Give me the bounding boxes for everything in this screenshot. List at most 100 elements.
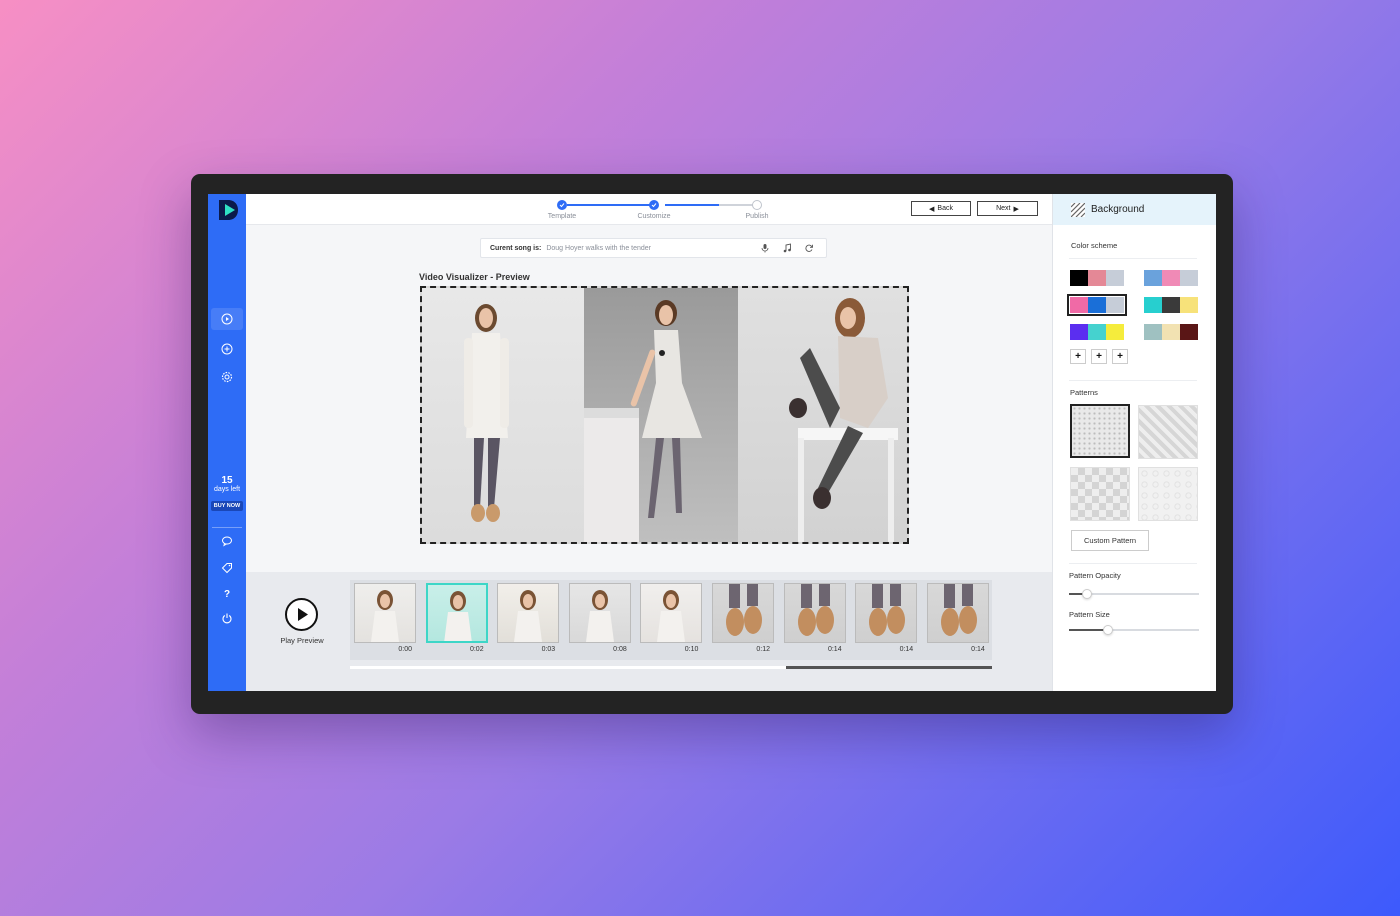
pattern-dots[interactable] <box>1070 404 1130 458</box>
song-actions <box>760 243 814 253</box>
timeline-frame[interactable] <box>568 583 631 643</box>
sidebar-item-help[interactable]: ? <box>211 583 243 605</box>
timeline-scroll-thumb[interactable] <box>786 666 992 669</box>
app-logo <box>219 200 238 220</box>
swatch-color <box>1180 324 1198 340</box>
swatch-color <box>1144 324 1162 340</box>
frame-time: 0:08 <box>613 646 627 653</box>
frame-thumbnail <box>797 584 834 636</box>
triangle-right-icon: ▶ <box>1013 205 1019 213</box>
frame-time: 0:10 <box>684 646 699 653</box>
step-publish-label: Publish <box>745 213 769 220</box>
next-button[interactable]: Next ▶ <box>977 201 1038 216</box>
step-customize-dot[interactable] <box>649 200 659 210</box>
sidebar-item-tags[interactable] <box>211 557 243 579</box>
add-color-button[interactable]: + <box>1112 349 1128 364</box>
refresh-icon[interactable] <box>804 243 814 253</box>
timeline: Play Preview 0:00 0:02 0:03 0:08 0:10 0:12 0:1… <box>246 572 1052 691</box>
color-scheme-swatch[interactable] <box>1067 294 1127 316</box>
preview-photo-2 <box>584 288 738 542</box>
tag-icon <box>221 563 232 574</box>
frame-thumbnail <box>940 584 977 636</box>
step-template-label: Template <box>547 213 577 220</box>
stripes-icon <box>1071 202 1085 217</box>
current-song-bar: Curent song is: Doug Hoyer walks with th… <box>480 238 827 258</box>
sidebar-item-preview[interactable] <box>211 308 243 330</box>
pattern-circles[interactable] <box>1138 467 1198 521</box>
swatch-color <box>1162 270 1180 286</box>
video-preview[interactable] <box>420 286 909 544</box>
step-template-dot[interactable] <box>557 200 567 210</box>
add-color-button[interactable]: + <box>1091 349 1107 364</box>
color-scheme-swatch[interactable] <box>1070 324 1124 340</box>
play-icon <box>221 313 233 325</box>
panel-divider <box>1069 563 1197 564</box>
song-prefix: Curent song is: <box>490 244 542 252</box>
play-preview-button[interactable] <box>285 598 318 631</box>
triangle-left-icon: ◀ <box>929 205 935 213</box>
sidebar-item-settings[interactable] <box>211 366 243 388</box>
model-figure <box>584 300 702 542</box>
frame-time: 0:14 <box>827 646 842 653</box>
step-customize-label: Customize <box>637 213 671 220</box>
frame-time: 0:03 <box>541 646 556 653</box>
preview-title: Video Visualizer - Preview <box>419 272 530 282</box>
swatch-color <box>1070 324 1088 340</box>
frame-thumbnail <box>585 590 614 642</box>
frame-time: 0:12 <box>756 646 770 653</box>
color-scheme-swatch[interactable] <box>1070 270 1124 286</box>
pattern-size-knob[interactable] <box>1103 625 1113 635</box>
swatch-color <box>1106 324 1124 340</box>
sidebar-item-chat[interactable] <box>211 530 243 552</box>
frame-thumbnail <box>726 584 762 636</box>
swatch-color <box>1162 324 1180 340</box>
timeline-frame[interactable] <box>712 583 774 643</box>
color-scheme-label: Color scheme <box>1071 241 1118 250</box>
buy-now-button[interactable]: BUY NOW <box>210 501 244 511</box>
timeline-frame[interactable] <box>855 583 918 643</box>
timeline-frame[interactable] <box>497 583 560 643</box>
color-scheme-swatch[interactable] <box>1144 270 1198 286</box>
pattern-stripes[interactable] <box>1138 405 1198 459</box>
pattern-opacity-knob[interactable] <box>1082 589 1093 599</box>
trial-counter: 15 days left BUY NOW <box>208 475 246 512</box>
panel-divider <box>1069 258 1197 259</box>
add-color-button[interactable]: + <box>1070 349 1086 364</box>
timeline-frame[interactable] <box>425 583 488 643</box>
check-icon <box>651 203 657 208</box>
sidebar-item-logout[interactable] <box>211 607 243 629</box>
custom-pattern-button[interactable]: Custom Pattern <box>1071 530 1149 551</box>
color-scheme-swatch[interactable] <box>1144 297 1198 313</box>
progress-stepper: Template Customize Publish <box>548 200 774 222</box>
timeline-frame[interactable] <box>783 583 846 643</box>
power-icon <box>222 613 232 624</box>
sidebar-rail: 15 days left BUY NOW ? <box>208 194 246 691</box>
microphone-icon[interactable] <box>760 243 770 253</box>
step-publish-dot[interactable] <box>752 200 762 210</box>
timeline-frame[interactable] <box>640 583 703 643</box>
frame-thumbnail <box>869 584 906 636</box>
frame-time: 0:14 <box>899 646 914 653</box>
swatch-color <box>1088 270 1106 286</box>
color-scheme-swatch[interactable] <box>1144 324 1198 340</box>
swatch-color <box>1070 270 1088 286</box>
music-note-icon[interactable] <box>782 243 792 253</box>
frame-time: 0:02 <box>469 646 484 653</box>
pattern-checkered[interactable] <box>1070 467 1130 521</box>
check-icon <box>559 203 565 208</box>
swatch-color <box>1106 297 1124 313</box>
sidebar-item-add[interactable] <box>211 338 243 360</box>
help-icon: ? <box>223 588 231 600</box>
frame-thumbnail <box>657 590 686 642</box>
back-button-label: Back <box>937 205 953 212</box>
stepper-line-progress <box>665 204 719 206</box>
trial-label: days left <box>213 486 241 493</box>
back-button[interactable]: ◀ Back <box>911 201 971 216</box>
swatch-color <box>1088 324 1106 340</box>
swatch-color <box>1106 270 1124 286</box>
timeline-frame[interactable] <box>354 583 416 643</box>
timeline-frame[interactable] <box>926 583 989 643</box>
swatch-color <box>1180 297 1198 313</box>
frame-thumbnail <box>443 591 472 641</box>
pattern-opacity-label: Pattern Opacity <box>1069 571 1121 580</box>
